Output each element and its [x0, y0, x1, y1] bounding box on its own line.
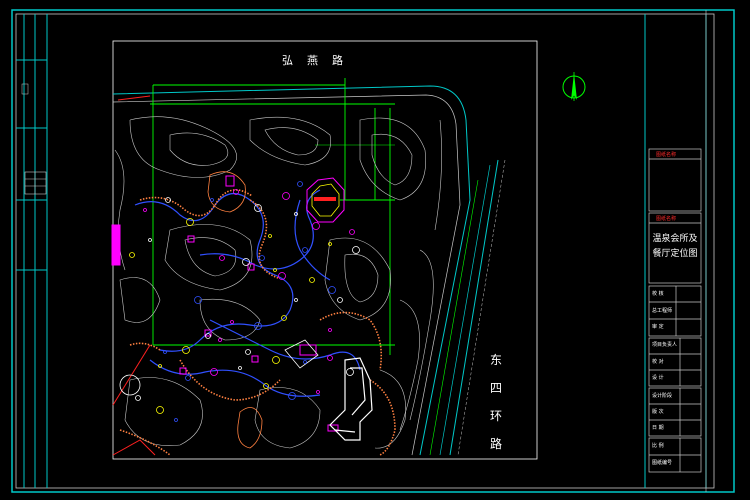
tb-row-design-stage: 设计阶段: [652, 393, 673, 399]
tree-symbol: [218, 338, 222, 342]
tree-symbol: [259, 255, 265, 261]
tree-symbol: [219, 255, 225, 261]
tree-symbol: [129, 252, 135, 258]
survey-grid: [150, 78, 395, 355]
tb-row-date: 日 期: [652, 425, 664, 431]
tree-symbol: [282, 192, 290, 200]
tree-symbol: [272, 356, 280, 364]
north-arrow-icon: [562, 72, 586, 101]
drawing-title: 温泉会所及 餐厅定位图: [651, 232, 699, 262]
drawing-title-line2: 餐厅定位图: [652, 249, 698, 259]
tree-symbol: [328, 242, 332, 246]
tree-symbol: [337, 297, 343, 303]
tree-symbol: [210, 198, 214, 202]
tree-symbol: [210, 368, 218, 376]
tree-symbol: [174, 418, 178, 422]
tree-symbol: [148, 238, 152, 242]
tree-symbol: [294, 298, 298, 302]
tree-symbol: [143, 208, 147, 212]
tb-row-scale: 比 例: [652, 443, 664, 449]
pavilion-label-tag: [314, 197, 336, 201]
tree-symbol: [268, 234, 272, 238]
title-block-header-2: 图纸名称: [656, 216, 677, 222]
road-name-top: 弘燕路: [282, 54, 357, 67]
red-boundary: [112, 95, 156, 456]
site-roads: [112, 85, 506, 456]
tb-row-revision: 版 次: [652, 409, 664, 415]
tree-symbol: [352, 246, 360, 254]
tree-symbol: [303, 360, 307, 364]
tree-symbols: [129, 181, 360, 422]
tb-row-approve: 审 定: [652, 324, 664, 330]
tree-symbol: [297, 181, 303, 187]
tb-row-project-lead: 项目负责人: [652, 342, 678, 348]
tree-symbol: [309, 277, 315, 283]
tb-row-check: 校 核: [652, 291, 664, 297]
tree-symbol: [312, 222, 320, 230]
tree-symbol: [327, 355, 333, 361]
garden-paths: [134, 189, 361, 397]
tree-symbol: [328, 286, 336, 294]
restaurant-footprint: [329, 357, 373, 441]
title-block-header-1: 图纸名称: [656, 152, 677, 158]
cad-drawing-sheet: [11, 9, 735, 493]
tb-row-drawing-number: 图纸编号: [652, 460, 673, 466]
tree-symbol: [349, 229, 355, 235]
tree-symbol: [245, 349, 251, 355]
terrain-contours: [114, 116, 442, 449]
tree-symbol: [135, 395, 141, 401]
left-title-strip: [16, 14, 48, 488]
tb-row-design: 设 计: [652, 375, 664, 381]
road-name-right: 东四环路: [489, 353, 502, 451]
tree-symbol: [230, 320, 234, 324]
tree-symbol: [302, 247, 308, 253]
tb-row-chief-engineer: 总工程师: [652, 308, 673, 314]
tb-row-proofread: 校 对: [652, 359, 664, 365]
tree-symbol: [328, 328, 332, 332]
drawing-title-line1: 温泉会所及: [652, 234, 698, 244]
tree-symbol: [316, 390, 320, 394]
tree-symbol: [346, 368, 354, 376]
tree-symbol: [156, 406, 164, 414]
site-structures: [111, 175, 345, 432]
tree-symbol: [238, 366, 242, 370]
tree-symbol: [185, 375, 191, 381]
